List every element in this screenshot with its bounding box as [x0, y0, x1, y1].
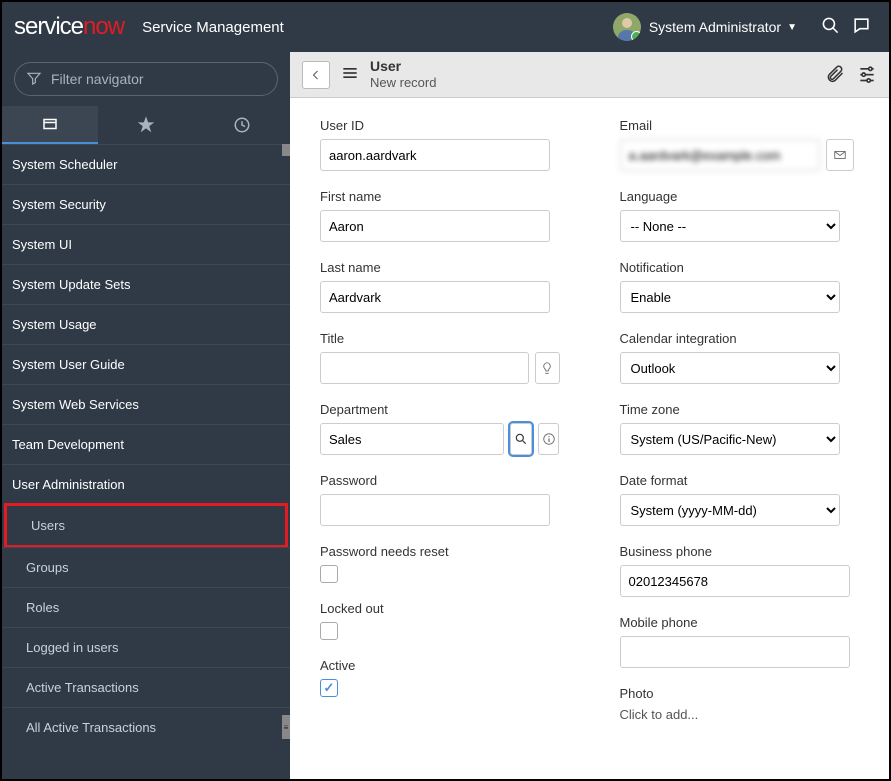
locked-out-label: Locked out [320, 601, 560, 616]
scrollbar-top-arrow[interactable] [282, 144, 290, 156]
form-left-column: User ID First name Last name Title [320, 118, 560, 722]
main-content: User New record User ID First nam [290, 52, 889, 779]
nav-item-groups[interactable]: Groups [2, 547, 290, 587]
last-name-field[interactable] [320, 281, 550, 313]
notification-label: Notification [620, 260, 860, 275]
sidebar-tabs [2, 106, 290, 144]
notification-select[interactable]: Enable [620, 281, 840, 313]
title-suggest-icon[interactable] [535, 352, 559, 384]
nav-item-system-update-sets[interactable]: System Update Sets [2, 264, 290, 304]
nav-list[interactable]: System SchedulerSystem SecuritySystem UI… [2, 144, 290, 779]
nav-item-roles[interactable]: Roles [2, 587, 290, 627]
last-name-label: Last name [320, 260, 560, 275]
nav-item-system-user-guide[interactable]: System User Guide [2, 344, 290, 384]
language-label: Language [620, 189, 860, 204]
search-icon[interactable] [821, 16, 840, 38]
email-field[interactable] [620, 139, 820, 171]
mobile-phone-field[interactable] [620, 636, 850, 668]
avatar[interactable] [613, 13, 641, 41]
department-field[interactable] [320, 423, 504, 455]
password-label: Password [320, 473, 560, 488]
first-name-label: First name [320, 189, 560, 204]
photo-add-link[interactable]: Click to add... [620, 707, 699, 722]
logo[interactable]: servicenow [14, 13, 124, 41]
department-info-icon[interactable] [538, 423, 560, 455]
filter-icon [26, 70, 42, 89]
nav-item-logged-in-users[interactable]: Logged in users [2, 627, 290, 667]
chat-icon[interactable] [852, 16, 871, 38]
dateformat-label: Date format [620, 473, 860, 488]
nav-item-users[interactable]: Users [4, 503, 288, 548]
password-reset-label: Password needs reset [320, 544, 560, 559]
form-titlebar: User New record [290, 52, 889, 98]
nav-item-system-web-services[interactable]: System Web Services [2, 384, 290, 424]
app-title: Service Management [142, 19, 284, 36]
form-right-column: Email Language -- None -- Noti [620, 118, 860, 722]
form-subtitle: New record [370, 75, 436, 91]
department-lookup-icon[interactable] [510, 423, 532, 455]
department-label: Department [320, 402, 560, 417]
logo-service: service [14, 13, 83, 41]
mobile-phone-label: Mobile phone [620, 615, 860, 630]
caret-down-icon[interactable]: ▼ [787, 22, 797, 33]
password-field[interactable] [320, 494, 550, 526]
photo-label: Photo [620, 686, 860, 701]
calendar-select[interactable]: Outlook [620, 352, 840, 384]
active-label: Active [320, 658, 560, 673]
timezone-label: Time zone [620, 402, 860, 417]
calendar-label: Calendar integration [620, 331, 860, 346]
attachment-icon[interactable] [825, 63, 845, 86]
nav-item-team-development[interactable]: Team Development [2, 424, 290, 464]
email-send-icon[interactable] [826, 139, 854, 171]
active-checkbox[interactable] [320, 679, 338, 697]
filter-navigator-input[interactable] [14, 62, 278, 96]
settings-icon[interactable] [857, 63, 877, 86]
nav-item-system-scheduler[interactable]: System Scheduler [2, 144, 290, 184]
user-id-label: User ID [320, 118, 560, 133]
business-phone-field[interactable] [620, 565, 850, 597]
form-menu-icon[interactable] [340, 63, 360, 86]
title-field[interactable] [320, 352, 529, 384]
form-title: User [370, 58, 436, 75]
title-label: Title [320, 331, 560, 346]
nav-item-system-usage[interactable]: System Usage [2, 304, 290, 344]
global-header: servicenow Service Management System Adm… [2, 2, 889, 52]
locked-out-checkbox[interactable] [320, 622, 338, 640]
nav-item-system-security[interactable]: System Security [2, 184, 290, 224]
user-id-field[interactable] [320, 139, 550, 171]
back-button[interactable] [302, 61, 330, 89]
tab-all-apps[interactable] [2, 106, 98, 144]
dateformat-select[interactable]: System (yyyy-MM-dd) [620, 494, 840, 526]
tab-history[interactable] [194, 106, 290, 144]
business-phone-label: Business phone [620, 544, 860, 559]
nav-item-system-ui[interactable]: System UI [2, 224, 290, 264]
timezone-select[interactable]: System (US/Pacific-New) [620, 423, 840, 455]
email-label: Email [620, 118, 860, 133]
logo-now: now [83, 13, 124, 41]
password-reset-checkbox[interactable] [320, 565, 338, 583]
sidebar: System SchedulerSystem SecuritySystem UI… [2, 52, 290, 779]
scrollbar-grip[interactable]: ≡ [282, 715, 290, 739]
tab-favorites[interactable] [98, 106, 194, 144]
language-select[interactable]: -- None -- [620, 210, 840, 242]
nav-item-all-active-transactions[interactable]: All Active Transactions [2, 707, 290, 747]
user-name[interactable]: System Administrator [649, 19, 781, 35]
nav-item-user-administration[interactable]: User Administration [2, 464, 290, 504]
first-name-field[interactable] [320, 210, 550, 242]
nav-item-active-transactions[interactable]: Active Transactions [2, 667, 290, 707]
